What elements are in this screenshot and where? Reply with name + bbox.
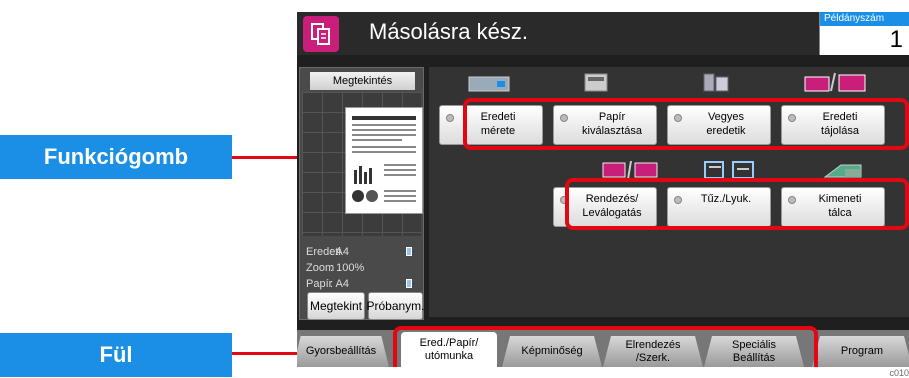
tab-label: Program [840, 345, 884, 357]
function-row1-highlight [463, 98, 909, 150]
tab-callout-label: Fül [99, 342, 133, 367]
figure-code: c010 [889, 368, 909, 378]
copies-box[interactable]: Példányszám 1 [819, 12, 909, 55]
trial-copy-button[interactable]: Próbanym. [366, 292, 425, 320]
tab-quick-setup[interactable]: Gyorsbeállítás [297, 336, 389, 367]
orientation-icon [804, 72, 866, 92]
info-value: : A4 [330, 278, 349, 290]
preview-panel: Megtekintés Eredeti: A4 Zoom: 100% Pap… [299, 67, 424, 320]
info-value: : A4 [330, 246, 349, 258]
function-key-callout-label: Funkciógomb [43, 144, 189, 169]
info-row-zoom: Zoom : 100% [306, 262, 418, 275]
function-row2-highlight [565, 178, 909, 230]
device-screen: Másolásra kész. Példányszám 1 Megtekinté… [297, 12, 909, 367]
info-row-original: Eredeti : A4 [306, 246, 418, 259]
tab-callout: Fül [0, 333, 232, 377]
tab-program[interactable]: Program [812, 336, 909, 367]
copies-value: 1 [889, 26, 903, 53]
tab-highlight [393, 326, 818, 367]
preview-button[interactable]: Megtekint [307, 292, 365, 320]
header-bar: Másolásra kész. Példányszám 1 [297, 12, 909, 55]
info-key: Papír [306, 278, 333, 290]
status-text: Másolásra kész. [369, 19, 528, 44]
paper-icon [406, 279, 412, 288]
preview-title: Megtekintés [310, 72, 415, 90]
document-thumbnail [345, 107, 423, 214]
tab-label: Gyorsbeállítás [305, 345, 377, 357]
mixed-originals-icon [703, 73, 729, 92]
paper-select-icon [584, 73, 608, 92]
portrait-page-icon [406, 247, 412, 256]
original-size-icon [468, 76, 510, 92]
info-value: : 100% [330, 262, 365, 274]
function-key-callout: Funkciógomb [0, 135, 232, 179]
info-row-paper: Papír : A4 [306, 278, 418, 291]
copy-icon [303, 16, 339, 52]
status-dot-icon [446, 114, 454, 122]
copies-label: Példányszám [820, 12, 909, 26]
